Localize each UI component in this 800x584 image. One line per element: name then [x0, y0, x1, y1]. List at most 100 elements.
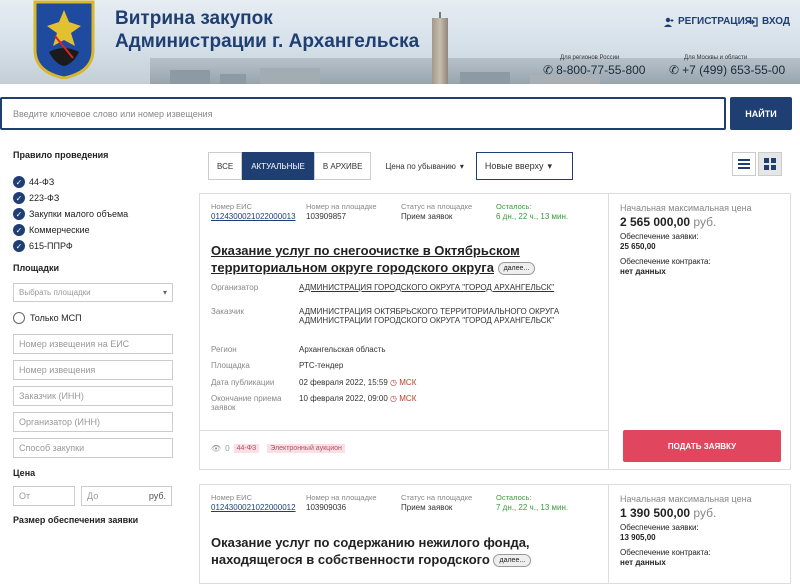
- phone-icon: ✆: [669, 63, 680, 77]
- only-msp-radio[interactable]: Только МСП: [13, 310, 173, 326]
- contract-security-value: нет данных: [620, 558, 666, 567]
- tender-title[interactable]: Оказание услуг по содержанию нежилого фо…: [211, 534, 541, 568]
- find-button[interactable]: НАЙТИ: [730, 97, 792, 130]
- customer-inn-field[interactable]: Заказчик (ИНН): [13, 386, 173, 406]
- tender-title-line1: Оказание услуг по содержанию нежилого фо…: [211, 535, 530, 550]
- grid-view-button[interactable]: [758, 152, 782, 176]
- platforms-select[interactable]: Выбрать площадки ▾: [13, 283, 173, 302]
- chevron-down-icon: ▾: [162, 288, 167, 297]
- price-currency: руб.: [693, 506, 717, 520]
- rule-label: 44-ФЗ: [29, 177, 55, 187]
- organizer-row: Организатор АДМИНИСТРАЦИЯ ГОРОДСКОГО ОКР…: [211, 283, 564, 292]
- search-placeholder: Введите ключевое слово или номер извещен…: [13, 108, 213, 119]
- rule-checkbox-615[interactable]: ✓ 615-ППРФ: [13, 238, 173, 254]
- more-button[interactable]: далее...: [493, 554, 532, 568]
- only-msp-label: Только МСП: [30, 313, 82, 323]
- list-view-button[interactable]: [732, 152, 756, 176]
- tab-all[interactable]: ВСЕ: [208, 152, 243, 180]
- check-icon: ✓: [13, 224, 25, 236]
- price-amount: 2 565 000,00: [620, 215, 691, 229]
- chevron-down-icon: ▾: [547, 160, 553, 171]
- site-title-line2: Администрации г. Архангельска: [115, 31, 420, 52]
- user-plus-icon: [664, 17, 674, 27]
- phone-moscow[interactable]: ✆ +7 (499) 653-55-00: [669, 63, 785, 77]
- price-currency: руб.: [693, 215, 717, 229]
- region-label: Регион: [211, 345, 237, 354]
- register-link[interactable]: РЕГИСТРАЦИЯ: [664, 16, 752, 27]
- bid-security-value: 13 905,00: [620, 533, 656, 542]
- tags-row: 👁 0 44-ФЗ Электронный аукцион: [211, 444, 349, 453]
- phone-region[interactable]: ✆ 8-800-77-55-800: [543, 63, 645, 77]
- contract-security-label: Обеспечение контракта:: [620, 548, 711, 557]
- rule-label: Коммерческие: [29, 225, 90, 235]
- organizer-inn-field[interactable]: Организатор (ИНН): [13, 412, 173, 432]
- login-link[interactable]: ВХОД: [748, 16, 790, 27]
- eis-number-link[interactable]: 0124300021022000013: [211, 212, 296, 221]
- end-date-label: Окончание приема заявок: [211, 394, 282, 412]
- filter-sidebar: Правило проведения ✓ 44-ФЗ ✓ 223-ФЗ ✓ Закуп…: [13, 150, 173, 525]
- chevron-down-icon: ▾: [459, 161, 464, 171]
- notice-number-field[interactable]: Номер извещения: [13, 360, 173, 380]
- rule-checkbox-44fz[interactable]: ✓ 44-ФЗ: [13, 174, 173, 190]
- tab-archive[interactable]: В АРХИВЕ: [313, 152, 372, 180]
- price-to-input[interactable]: До руб.: [81, 486, 172, 506]
- customer-label: Заказчик: [211, 307, 244, 316]
- end-date-value: 10 февраля 2022, 09:00: [299, 394, 388, 403]
- tz-label: МСК: [399, 394, 417, 403]
- submit-application-button[interactable]: ПОДАТЬ ЗАЯВКУ: [623, 430, 781, 462]
- price-panel: Начальная максимальная цена 1 390 500,00…: [608, 485, 790, 583]
- price-panel: Начальная максимальная цена 2 565 000,00…: [608, 194, 790, 469]
- clock-icon: ◷: [390, 378, 398, 387]
- status-label: Статус на площадке: [401, 202, 473, 211]
- rule-checkbox-commercial[interactable]: ✓ Коммерческие: [13, 222, 173, 238]
- organizer-link[interactable]: АДМИНИСТРАЦИЯ ГОРОДСКОГО ОКРУГА "ГОРОД А…: [299, 283, 564, 292]
- header: Витрина закупок Администрации г. Арханге…: [0, 0, 800, 84]
- platform-row: Площадка РТС-тендер: [211, 361, 564, 370]
- more-button[interactable]: далее...: [497, 262, 536, 276]
- tower-image: [432, 18, 448, 84]
- clock-icon: ◷: [390, 394, 398, 403]
- phone-moscow-number: +7 (499) 653-55-00: [682, 63, 786, 77]
- bid-security-value: 25 650,00: [620, 242, 656, 251]
- check-icon: ✓: [13, 176, 25, 188]
- rule-label: 615-ППРФ: [29, 241, 73, 251]
- platform-number-label: Номер на площадке: [306, 202, 377, 211]
- tender-title[interactable]: Оказание услуг по снегоочистке в Октябрь…: [211, 242, 541, 276]
- phone-region-number: 8-800-77-55-800: [556, 63, 646, 77]
- nmc-label: Начальная максимальная цена: [620, 494, 752, 504]
- platform-value: РТС-тендер: [299, 361, 344, 370]
- sort-price-dropdown[interactable]: Цена по убыванию ▾: [377, 152, 472, 180]
- check-icon: ✓: [13, 208, 25, 220]
- remaining-label: Осталось:: [496, 202, 532, 211]
- method-tag: Электронный аукцион: [267, 444, 345, 453]
- register-label: РЕГИСТРАЦИЯ: [678, 16, 752, 27]
- sort-new-dropdown[interactable]: Новые вверху ▾: [475, 152, 573, 180]
- nmc-value: 1 390 500,00 руб.: [620, 506, 716, 520]
- tz-label: МСК: [399, 378, 417, 387]
- region-row: Регион Архангельская область: [211, 345, 564, 354]
- rule-checkbox-223fz[interactable]: ✓ 223-ФЗ: [13, 190, 173, 206]
- price-from-input[interactable]: От: [13, 486, 75, 506]
- eis-label: Номер ЕИС: [211, 202, 252, 211]
- views-count: 0: [225, 444, 230, 453]
- login-icon: [748, 16, 758, 27]
- tender-title-line2: находящегося в собственности городского: [211, 552, 490, 567]
- price-to-placeholder: До: [87, 491, 99, 501]
- tender-card: Номер ЕИС 0124300021022000012 Номер на п…: [199, 484, 791, 584]
- city-coat-of-arms-logo[interactable]: [33, 0, 95, 79]
- search-input[interactable]: Введите ключевое слово или номер извещен…: [0, 97, 726, 130]
- check-icon: ✓: [13, 240, 25, 252]
- nmc-value: 2 565 000,00 руб.: [620, 215, 716, 229]
- tender-card: Номер ЕИС 0124300021022000013 Номер на п…: [199, 193, 791, 470]
- platform-number: 103909857: [306, 212, 347, 221]
- eis-number-field[interactable]: Номер извещения на ЕИС: [13, 334, 173, 354]
- bid-security-label: Обеспечение заявки:: [620, 232, 699, 241]
- platform-number-label: Номер на площадке: [306, 493, 377, 502]
- rule-checkbox-small[interactable]: ✓ Закупки малого объема: [13, 206, 173, 222]
- price-title: Цена: [13, 468, 36, 478]
- procurement-method-field[interactable]: Способ закупки: [13, 438, 173, 458]
- eis-number-link[interactable]: 0124300021022000012: [211, 503, 296, 512]
- tab-actual[interactable]: АКТУАЛЬНЫЕ: [242, 152, 314, 180]
- security-title: Размер обеспечения заявки: [13, 515, 139, 525]
- phone-region-caption: Для регионов России: [560, 55, 620, 61]
